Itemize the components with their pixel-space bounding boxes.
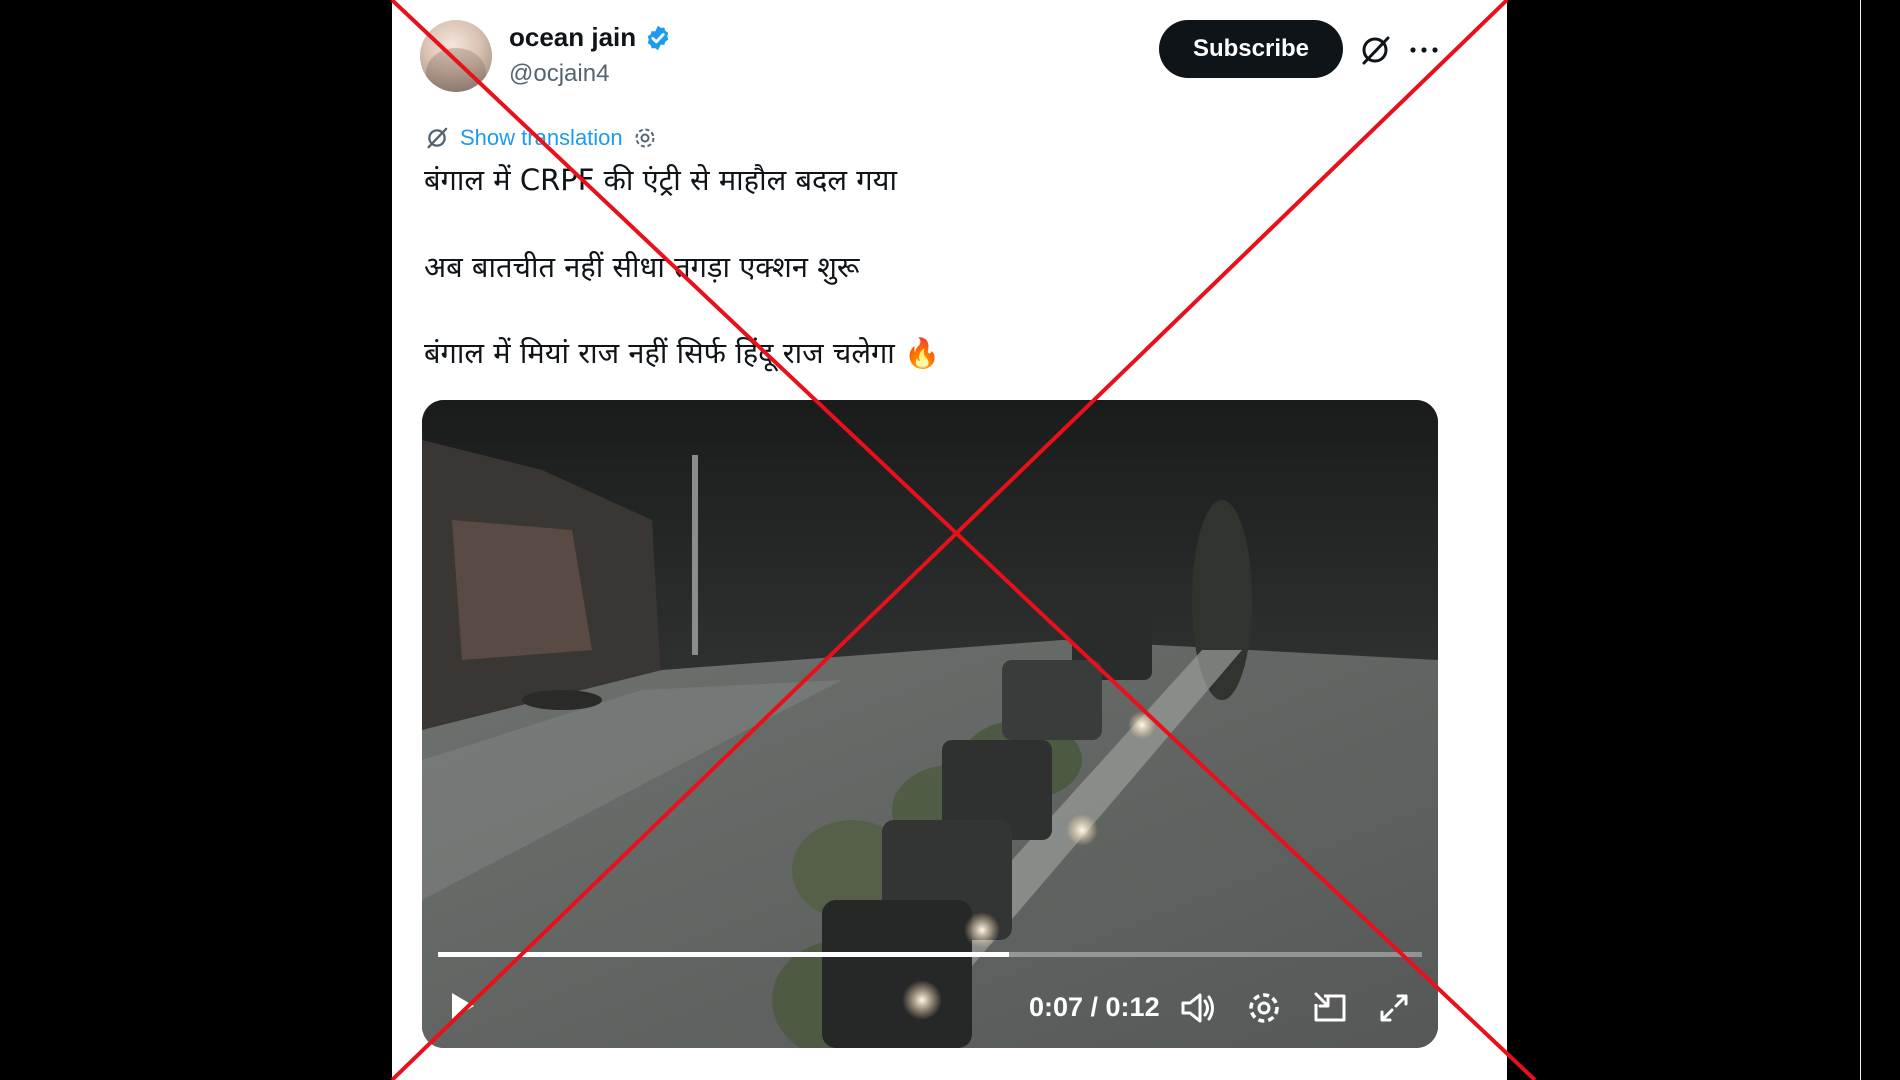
column-divider xyxy=(1860,0,1861,1080)
more-options-icon[interactable] xyxy=(1406,33,1442,67)
avatar-image xyxy=(426,48,486,92)
show-translation-link[interactable]: Show translation xyxy=(460,125,623,151)
author-name-row[interactable]: ocean jain xyxy=(509,22,672,53)
tweet-text-line-1: बंगाल में CRPF की एंट्री से माहौल बदल गय… xyxy=(424,163,897,197)
grok-icon xyxy=(427,127,448,149)
author-display-name[interactable]: ocean jain xyxy=(509,22,636,53)
settings-icon[interactable] xyxy=(1244,988,1284,1028)
verified-badge-icon xyxy=(647,25,669,50)
play-icon[interactable] xyxy=(444,988,480,1024)
avatar[interactable] xyxy=(420,20,492,92)
video-progress-fill xyxy=(438,952,1009,957)
volume-icon[interactable] xyxy=(1178,988,1218,1028)
settings-icon[interactable] xyxy=(633,126,657,150)
author-handle[interactable]: @ocjain4 xyxy=(509,60,609,88)
video-time-display: 0:07 / 0:12 xyxy=(1029,992,1160,1022)
grok-icon[interactable] xyxy=(1358,33,1392,67)
tweet-card: ocean jain @ocjain4 Subscribe Show trans… xyxy=(392,0,1861,1080)
video-progress-bar[interactable] xyxy=(438,952,1422,957)
pip-icon[interactable] xyxy=(1310,988,1350,1028)
translation-row: Show translation xyxy=(424,125,657,151)
tweet-text-line-3: बंगाल में मियां राज नहीं सिर्फ हिंदू राज… xyxy=(424,336,941,370)
subscribe-button[interactable]: Subscribe xyxy=(1159,20,1343,78)
tweet-text-line-2: अब बातचीत नहीं सीधा तगड़ा एक्शन शुरू xyxy=(424,250,860,284)
fullscreen-icon[interactable] xyxy=(1374,988,1414,1028)
video-frame xyxy=(422,400,1438,1048)
video-player[interactable]: 0:07 / 0:12 xyxy=(422,400,1438,1048)
